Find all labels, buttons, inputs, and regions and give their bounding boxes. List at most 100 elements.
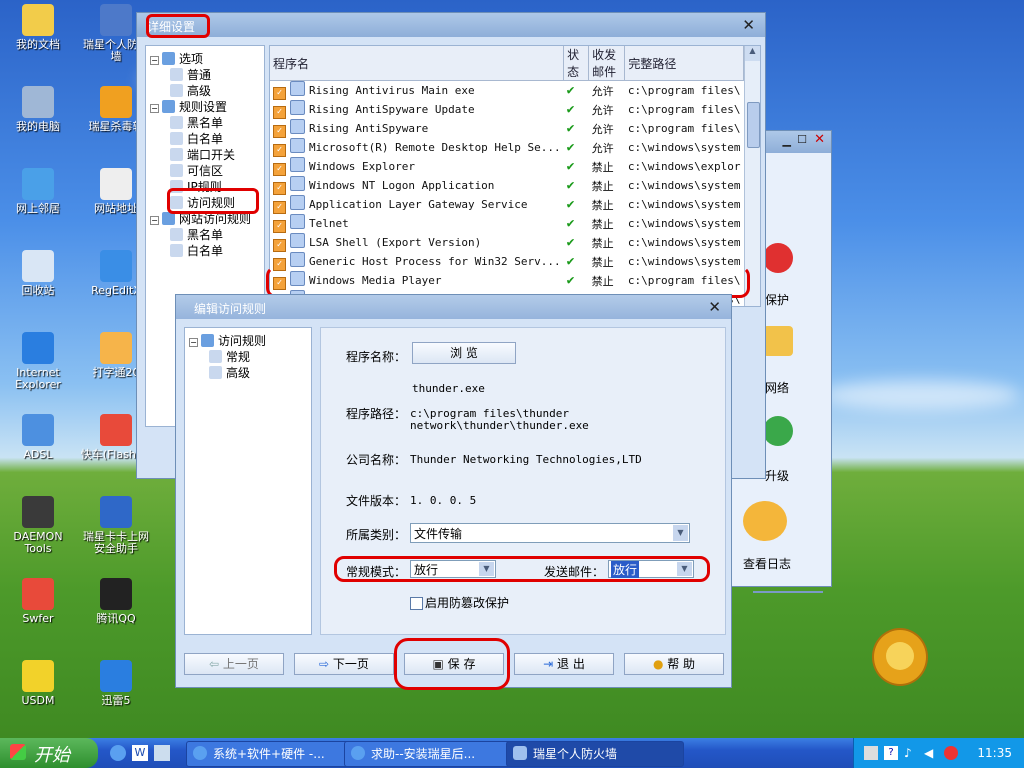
- program-name-cell[interactable]: ✓ Windows Explorer: [270, 157, 564, 176]
- settings-titlebar[interactable]: 详细设置 ✕: [137, 13, 765, 37]
- ie-quicklaunch-icon[interactable]: [110, 745, 126, 761]
- column-mail[interactable]: 收发邮件: [588, 46, 626, 81]
- status-check-icon[interactable]: ✔: [567, 121, 575, 136]
- help-button[interactable]: ● 帮 助: [624, 653, 724, 675]
- status-check-icon[interactable]: ✔: [567, 197, 575, 212]
- network-icon[interactable]: [763, 326, 793, 356]
- table-row[interactable]: ✓ Microsoft(R) Remote Desktop Help Se... ✔…: [270, 138, 744, 157]
- desktop-icon-rising-card[interactable]: 瑞星卡卡上网安全助手: [78, 496, 154, 555]
- tree-item[interactable]: 可信区: [170, 162, 223, 179]
- tree-item[interactable]: 普通: [170, 66, 211, 83]
- program-name-cell[interactable]: ✓ Rising AntiSpyware Update: [270, 100, 564, 119]
- status-check-icon[interactable]: ✔: [567, 159, 575, 174]
- chevron-down-icon[interactable]: ▼: [673, 525, 688, 541]
- network-tray-icon[interactable]: ◀: [924, 746, 938, 760]
- tree-item[interactable]: 白名单: [170, 130, 223, 147]
- desktop-icon-network[interactable]: 网上邻居: [0, 168, 76, 215]
- row-checkbox[interactable]: ✓: [273, 239, 286, 252]
- desktop-icon-xunlei5[interactable]: 迅雷5: [78, 660, 154, 707]
- program-name-cell[interactable]: ✓ Microsoft(R) Remote Desktop Help Se...: [270, 138, 564, 157]
- tree-item[interactable]: − 选项: [150, 50, 203, 67]
- scroll-up-icon[interactable]: ▲: [745, 46, 760, 61]
- row-checkbox[interactable]: ✓: [273, 201, 286, 214]
- table-row[interactable]: ✓ Rising Antivirus Main exe ✔ 允许 c:\program …: [270, 81, 744, 100]
- view-log-label[interactable]: 查看日志: [743, 555, 791, 572]
- collapse-icon[interactable]: −: [150, 216, 159, 225]
- row-checkbox[interactable]: ✓: [273, 163, 286, 176]
- browse-button[interactable]: 浏 览: [412, 342, 516, 364]
- tamper-label[interactable]: 启用防篡改保护: [425, 594, 509, 611]
- start-button[interactable]: 开始: [0, 738, 98, 768]
- desktop-quicklaunch-icon[interactable]: [154, 745, 170, 761]
- close-icon[interactable]: ✕: [708, 298, 721, 316]
- row-checkbox[interactable]: ✓: [273, 220, 286, 233]
- tree-item[interactable]: − 访问规则: [189, 332, 266, 349]
- antivirus-tray-icon[interactable]: [944, 746, 958, 760]
- volume-icon[interactable]: ♪: [904, 746, 918, 760]
- task-button-1[interactable]: 系统+软件+硬件 -...: [186, 741, 362, 767]
- task-button-2[interactable]: 求助--安装瑞星后...: [344, 741, 524, 767]
- lion-mascot[interactable]: [872, 628, 928, 686]
- next-button[interactable]: ⇨ 下一页: [294, 653, 394, 675]
- tree-item[interactable]: 高级: [170, 82, 211, 99]
- desktop-icon-my-docs[interactable]: 我的文档: [0, 4, 76, 51]
- row-checkbox[interactable]: ✓: [273, 106, 286, 119]
- desktop-icon-my-computer[interactable]: 我的电脑: [0, 86, 76, 133]
- column-program-name[interactable]: 程序名: [270, 46, 565, 81]
- program-name-cell[interactable]: ✓ Telnet: [270, 214, 564, 233]
- stop-icon[interactable]: [763, 243, 793, 273]
- row-checkbox[interactable]: ✓: [273, 125, 286, 138]
- status-check-icon[interactable]: ✔: [567, 102, 575, 117]
- category-select[interactable]: 文件传输 ▼: [410, 523, 690, 543]
- help-icon[interactable]: ?: [884, 746, 898, 760]
- keyboard-icon[interactable]: [864, 746, 878, 760]
- upgrade-icon[interactable]: [763, 416, 793, 446]
- vertical-scrollbar[interactable]: ▲: [744, 46, 760, 306]
- status-check-icon[interactable]: ✔: [567, 140, 575, 155]
- collapse-icon[interactable]: −: [189, 338, 198, 347]
- edit-rule-dialog[interactable]: 编辑访问规则 ✕ − 访问规则 常规 高级 程序名称： 浏 览 thunder.exe…: [175, 294, 732, 688]
- column-full-path[interactable]: 完整路径: [624, 46, 744, 81]
- network-label[interactable]: 网络: [765, 379, 789, 396]
- word-quicklaunch-icon[interactable]: W: [132, 745, 148, 761]
- status-check-icon[interactable]: ✔: [567, 178, 575, 193]
- minimize-icon[interactable]: ▁: [783, 134, 791, 147]
- program-name-cell[interactable]: ✓ Rising Antivirus Main exe: [270, 81, 564, 100]
- edit-dialog-titlebar[interactable]: 编辑访问规则 ✕: [176, 295, 731, 319]
- table-row[interactable]: ✓ Windows NT Logon Application ✔ 禁止 c:\windo…: [270, 176, 744, 195]
- tree-item[interactable]: 黑名单: [170, 114, 223, 131]
- row-checkbox[interactable]: ✓: [273, 182, 286, 195]
- table-row[interactable]: ✓ Rising AntiSpyware Update ✔ 允许 c:\program …: [270, 100, 744, 119]
- prev-button[interactable]: ⇦ 上一页: [184, 653, 284, 675]
- desktop-icon-adsl[interactable]: ADSL: [0, 414, 76, 461]
- tree-item[interactable]: − 规则设置: [150, 98, 227, 115]
- table-row[interactable]: ✓ Telnet ✔ 禁止 c:\windows\system: [270, 214, 744, 233]
- program-name-cell[interactable]: ✓ Windows NT Logon Application: [270, 176, 564, 195]
- program-name-cell[interactable]: ✓ Application Layer Gateway Service: [270, 195, 564, 214]
- log-icon[interactable]: [743, 501, 787, 541]
- program-name-cell[interactable]: ✓ LSA Shell (Export Version): [270, 233, 564, 252]
- column-status[interactable]: 状态: [563, 46, 590, 81]
- desktop-icon-daemon[interactable]: DAEMON Tools: [0, 496, 76, 555]
- tree-item[interactable]: 常规: [209, 348, 250, 365]
- task-button-3[interactable]: 瑞星个人防火墙: [506, 741, 684, 767]
- clock[interactable]: 11:35: [977, 746, 1012, 760]
- status-check-icon[interactable]: ✔: [567, 83, 575, 98]
- maximize-icon[interactable]: ☐: [797, 133, 807, 146]
- tree-item[interactable]: 高级: [209, 364, 250, 381]
- tree-item[interactable]: 端口开关: [170, 146, 235, 163]
- desktop-icon-usdm[interactable]: USDM: [0, 660, 76, 707]
- desktop-icon-qq[interactable]: 腾讯QQ: [78, 578, 154, 625]
- program-name-cell[interactable]: ✓ Rising AntiSpyware: [270, 119, 564, 138]
- scroll-thumb[interactable]: [747, 102, 760, 148]
- exit-button[interactable]: ⇥ 退 出: [514, 653, 614, 675]
- tree-item[interactable]: 白名单: [170, 242, 223, 259]
- table-row[interactable]: ✓ LSA Shell (Export Version) ✔ 禁止 c:\windows…: [270, 233, 744, 252]
- status-check-icon[interactable]: ✔: [567, 235, 575, 250]
- close-icon[interactable]: ✕: [814, 132, 825, 147]
- close-icon[interactable]: ✕: [742, 16, 755, 34]
- collapse-icon[interactable]: −: [150, 104, 159, 113]
- table-row[interactable]: ✓ Rising AntiSpyware ✔ 允许 c:\program files\: [270, 119, 744, 138]
- upgrade-label[interactable]: 升级: [765, 467, 789, 484]
- table-row[interactable]: ✓ Windows Explorer ✔ 禁止 c:\windows\explor: [270, 157, 744, 176]
